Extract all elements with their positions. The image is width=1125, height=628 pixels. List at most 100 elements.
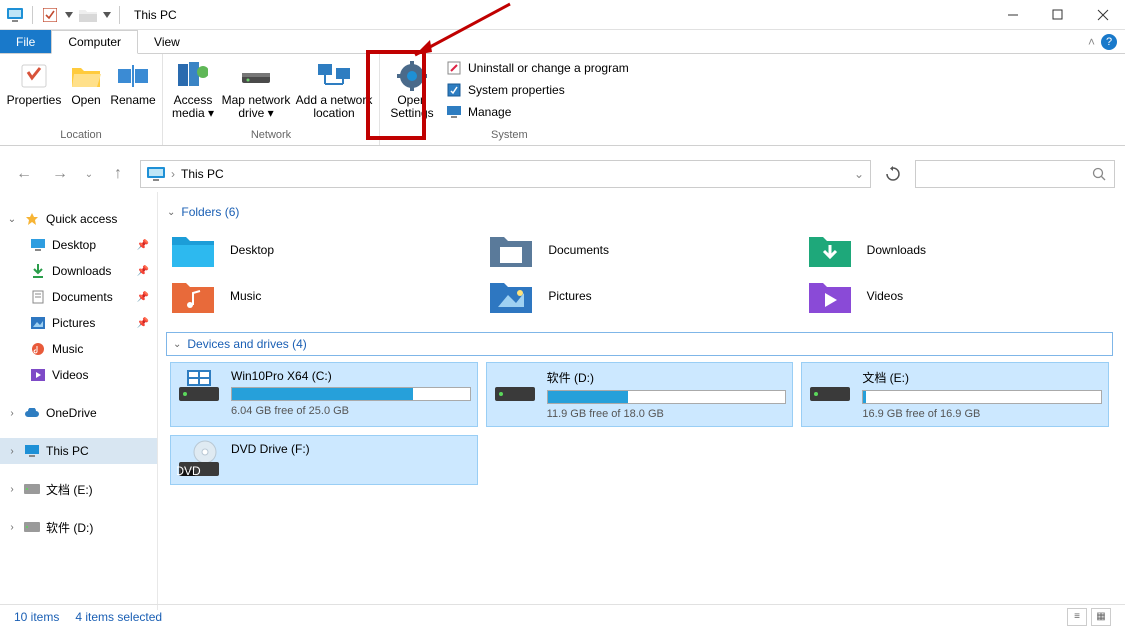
manage-icon [446, 104, 462, 120]
chevron-right-icon[interactable]: › [6, 408, 18, 419]
status-bar: 10 items 4 items selected ≡ ▦ [0, 604, 1125, 628]
rename-button[interactable]: Rename [110, 58, 156, 127]
open-folder-icon [70, 60, 102, 92]
divider [119, 6, 120, 24]
os-drive-icon [177, 369, 221, 405]
folder-pictures[interactable]: Pictures [490, 278, 788, 314]
folder-music[interactable]: Music [172, 278, 470, 314]
tree-drive-d[interactable]: › 软件 (D:) [0, 514, 157, 540]
system-options: Uninstall or change a program System pro… [442, 58, 633, 127]
desktop-folder-icon [172, 232, 214, 268]
pin-icon: 📌 [137, 240, 149, 251]
refresh-button[interactable] [879, 160, 907, 188]
tree-quick-access[interactable]: ⌄ Quick access [0, 206, 157, 232]
chevron-right-icon[interactable]: › [6, 522, 18, 533]
network-drive-icon [240, 60, 272, 92]
search-input[interactable] [915, 160, 1115, 188]
manage-button[interactable]: Manage [446, 104, 629, 120]
pin-icon: 📌 [137, 266, 149, 277]
this-pc-icon[interactable] [4, 4, 26, 26]
minimize-button[interactable] [990, 0, 1035, 30]
open-button[interactable]: Open [66, 58, 106, 127]
divider [32, 6, 33, 24]
gear-icon [396, 60, 428, 92]
system-properties-button[interactable]: System properties [446, 82, 629, 98]
search-icon [1092, 167, 1106, 181]
ribbon-collapse-icon[interactable]: ˄ [1088, 35, 1095, 49]
address-text: This PC [181, 167, 224, 181]
help-icon[interactable]: ? [1101, 34, 1117, 50]
folder-documents[interactable]: Documents [490, 232, 788, 268]
folders-section-header[interactable]: ⌄ Folders (6) [166, 200, 1113, 224]
cloud-icon [24, 405, 40, 421]
drive-icon [24, 481, 40, 497]
usage-bar [231, 387, 471, 401]
tree-drive-e[interactable]: › 文档 (E:) [0, 476, 157, 502]
maximize-button[interactable] [1035, 0, 1080, 30]
tree-videos[interactable]: Videos [0, 362, 157, 388]
qat-dropdown-icon[interactable] [63, 4, 75, 26]
navigation-bar: ← → ⌄ ↑ › This PC ⌄ [0, 156, 1125, 192]
documents-folder-icon [490, 232, 532, 268]
ribbon-group-system: Open Settings Uninstall or change a prog… [380, 54, 639, 145]
media-icon [177, 60, 209, 92]
properties-button[interactable]: Properties [6, 58, 62, 127]
address-bar[interactable]: › This PC ⌄ [140, 160, 871, 188]
desktop-icon [30, 237, 46, 253]
videos-folder-icon [809, 278, 851, 314]
drive-d[interactable]: 软件 (D:) 11.9 GB free of 18.0 GB [486, 362, 794, 427]
tab-computer[interactable]: Computer [51, 30, 138, 54]
folder-downloads[interactable]: Downloads [809, 232, 1107, 268]
qat-dropdown-2-icon[interactable] [101, 4, 113, 26]
tree-pictures[interactable]: Pictures 📌 [0, 310, 157, 336]
qat-checkbox-icon[interactable] [39, 4, 61, 26]
view-details-button[interactable]: ≡ [1067, 608, 1087, 626]
drive-c[interactable]: Win10Pro X64 (C:) 6.04 GB free of 25.0 G… [170, 362, 478, 427]
folder-videos[interactable]: Videos [809, 278, 1107, 314]
drive-dvd[interactable]: DVD DVD Drive (F:) [170, 435, 478, 485]
pictures-icon [30, 315, 46, 331]
back-button[interactable]: ← [10, 160, 38, 188]
tab-file[interactable]: File [0, 30, 51, 53]
chevron-right-icon[interactable]: › [6, 484, 18, 495]
view-icons-button[interactable]: ▦ [1091, 608, 1111, 626]
open-settings-button[interactable]: Open Settings [386, 58, 438, 127]
tree-desktop[interactable]: Desktop 📌 [0, 232, 157, 258]
devices-section-header[interactable]: ⌄ Devices and drives (4) [166, 332, 1113, 356]
folder-desktop[interactable]: Desktop [172, 232, 470, 268]
up-button[interactable]: ↑ [104, 160, 132, 188]
map-network-drive-button[interactable]: Map network drive ▾ [221, 58, 291, 127]
status-selected-count: 4 items selected [75, 610, 162, 624]
access-media-button[interactable]: Access media ▾ [169, 58, 217, 127]
properties-icon [18, 60, 50, 92]
drive-e[interactable]: 文档 (E:) 16.9 GB free of 16.9 GB [801, 362, 1109, 427]
navigation-tree: ⌄ Quick access Desktop 📌 Downloads 📌 Doc… [0, 192, 158, 610]
this-pc-icon [147, 167, 165, 181]
tab-view[interactable]: View [138, 30, 196, 53]
chevron-down-icon[interactable]: ⌄ [6, 214, 18, 225]
address-dropdown-icon[interactable]: ⌄ [854, 167, 864, 181]
dvd-drive-icon: DVD [177, 442, 221, 478]
music-icon [30, 341, 46, 357]
recent-dropdown[interactable]: ⌄ [82, 160, 96, 188]
svg-text:DVD: DVD [177, 464, 201, 478]
pin-icon: 📌 [137, 318, 149, 329]
tree-documents[interactable]: Documents 📌 [0, 284, 157, 310]
tree-downloads[interactable]: Downloads 📌 [0, 258, 157, 284]
uninstall-program-button[interactable]: Uninstall or change a program [446, 60, 629, 76]
forward-button[interactable]: → [46, 160, 74, 188]
rename-icon [117, 60, 149, 92]
downloads-folder-icon [809, 232, 851, 268]
close-button[interactable] [1080, 0, 1125, 30]
folder-icon[interactable] [77, 4, 99, 26]
chevron-right-icon[interactable]: › [6, 446, 18, 457]
tree-this-pc[interactable]: › This PC [0, 438, 157, 464]
tree-onedrive[interactable]: › OneDrive [0, 400, 157, 426]
window-title: This PC [134, 8, 177, 22]
ribbon-group-location: Properties Open Rename Location [0, 54, 163, 145]
add-network-location-button[interactable]: Add a network location [295, 58, 373, 127]
folders-grid: Desktop Documents Downloads Music Pictur… [166, 224, 1113, 332]
tree-music[interactable]: Music [0, 336, 157, 362]
this-pc-icon [24, 443, 40, 459]
content-pane: ⌄ Folders (6) Desktop Documents Download… [158, 192, 1125, 610]
